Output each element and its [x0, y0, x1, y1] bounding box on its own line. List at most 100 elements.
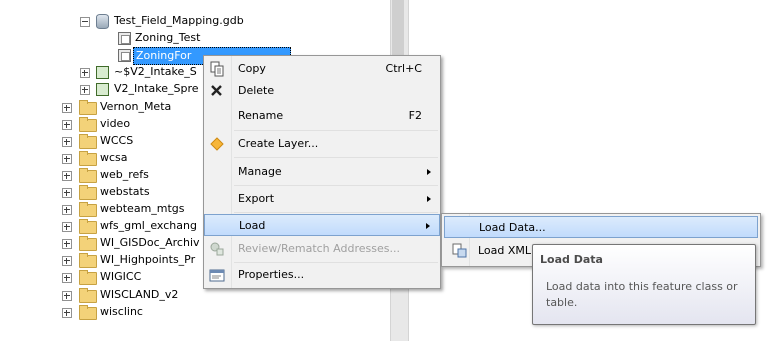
- scrollbar-thumb[interactable]: [392, 0, 404, 60]
- tree-folder[interactable]: wfs_gml_exchang: [62, 218, 202, 234]
- expand-icon[interactable]: [62, 120, 72, 130]
- menu-separator: [234, 262, 438, 263]
- tree-item-label: WISCLAND_v2: [100, 288, 179, 301]
- expand-icon[interactable]: [62, 103, 72, 113]
- collapse-icon[interactable]: [80, 17, 90, 27]
- menu-item-label: Create Layer...: [238, 137, 319, 150]
- menu-item-load[interactable]: Load: [204, 214, 440, 236]
- expand-icon[interactable]: [80, 85, 90, 95]
- tree-item-label: wisclinc: [100, 305, 143, 318]
- expand-icon[interactable]: [62, 137, 72, 147]
- tree-item-label: WCCS: [100, 134, 134, 147]
- menu-item-review-rematch[interactable]: Review/Rematch Addresses...: [204, 238, 440, 260]
- tree-folder[interactable]: wisclinc: [62, 304, 202, 320]
- expand-icon[interactable]: [62, 205, 72, 215]
- folder-icon: [79, 288, 97, 303]
- expand-icon[interactable]: [62, 239, 72, 249]
- menu-item-copy[interactable]: Copy Ctrl+C: [204, 58, 440, 80]
- menu-separator: [234, 185, 438, 186]
- relationship-icon: [96, 83, 109, 96]
- menu-separator: [234, 157, 438, 158]
- tree-item-label: webstats: [100, 185, 150, 198]
- expand-icon[interactable]: [80, 68, 90, 78]
- tree-folder[interactable]: video: [62, 116, 202, 132]
- menu-item-shortcut: Ctrl+C: [385, 62, 422, 75]
- tree-item-label: ~$V2_Intake_S: [114, 65, 197, 78]
- folder-icon: [79, 117, 97, 132]
- folder-icon: [79, 219, 97, 234]
- menu-separator: [234, 212, 438, 213]
- tree-item-label: WI_GISDoc_Archiv: [100, 236, 200, 249]
- tree-folder[interactable]: WCCS: [62, 133, 202, 149]
- folder-icon: [79, 202, 97, 217]
- tree-folder[interactable]: wcsa: [62, 150, 202, 166]
- menu-item-label: Delete: [238, 84, 275, 97]
- copy-icon: [210, 61, 224, 77]
- menu-item-create-layer[interactable]: Create Layer...: [204, 133, 440, 155]
- properties-icon: [209, 269, 225, 282]
- folder-icon: [79, 134, 97, 149]
- folder-icon: [79, 168, 97, 183]
- expand-icon[interactable]: [62, 171, 72, 181]
- tooltip-body: Load data into this feature class or tab…: [546, 280, 738, 309]
- menu-item-label: Export: [238, 192, 275, 205]
- menu-item-properties[interactable]: Properties...: [204, 264, 440, 286]
- tree-item-label: wcsa: [100, 151, 128, 164]
- relationship-icon: [96, 66, 109, 79]
- folder-icon: [79, 185, 97, 200]
- tree-item-rel2[interactable]: V2_Intake_Spre: [80, 81, 210, 97]
- tree-folder[interactable]: WISCLAND_v2: [62, 287, 202, 303]
- tree-item-label: video: [100, 117, 131, 130]
- menu-item-rename[interactable]: Rename F2: [204, 105, 440, 127]
- expand-icon[interactable]: [62, 222, 72, 232]
- tree-folder[interactable]: web_refs: [62, 167, 202, 183]
- expand-icon[interactable]: [62, 291, 72, 301]
- menu-item-delete[interactable]: Delete: [204, 80, 440, 102]
- tree-folder[interactable]: WI_Highpoints_Pr: [62, 252, 202, 268]
- tree-item-gdb[interactable]: Test_Field_Mapping.gdb: [80, 13, 280, 29]
- menu-item-label: Manage: [238, 165, 282, 178]
- expand-icon[interactable]: [62, 154, 72, 164]
- feature-class-icon: [118, 49, 131, 62]
- tree-item-zoning-test[interactable]: Zoning_Test: [118, 30, 278, 46]
- tree-item-label: WI_Highpoints_Pr: [100, 253, 196, 266]
- tree-item-rel1[interactable]: ~$V2_Intake_S: [80, 64, 210, 80]
- menu-item-label: Rename: [238, 109, 284, 122]
- tree-item-label: Zoning_Test: [135, 31, 201, 44]
- layer-diamond-icon: [210, 137, 224, 151]
- expand-icon[interactable]: [62, 256, 72, 266]
- folder-icon: [79, 305, 97, 320]
- tree-item-label: web_refs: [100, 168, 149, 181]
- folder-icon: [79, 253, 97, 268]
- menu-item-label: Load: [239, 219, 266, 232]
- menu-item-manage[interactable]: Manage: [204, 161, 440, 183]
- menu-item-export[interactable]: Export: [204, 188, 440, 210]
- expand-icon[interactable]: [62, 308, 72, 318]
- expand-icon[interactable]: [62, 273, 72, 283]
- folder-icon: [79, 236, 97, 251]
- tree-folder[interactable]: Vernon_Meta: [62, 99, 202, 115]
- context-menu: Copy Ctrl+C Delete Rename F2 Create Laye…: [203, 55, 441, 289]
- menu-item-label: Properties...: [238, 268, 305, 281]
- tree-item-label: Test_Field_Mapping.gdb: [114, 14, 244, 27]
- tooltip: Load Data Load data into this feature cl…: [532, 244, 756, 325]
- geodatabase-icon: [96, 14, 109, 29]
- tree-item-label: WIGICC: [100, 270, 142, 283]
- menu-item-label: Copy: [238, 62, 266, 75]
- menu-item-load-data[interactable]: Load Data...: [444, 216, 758, 238]
- tree-item-label: webteam_mtgs: [100, 202, 185, 215]
- submenu-arrow-icon: [426, 223, 430, 229]
- submenu-arrow-icon: [427, 196, 431, 202]
- tooltip-title: Load Data: [540, 253, 603, 266]
- expand-icon[interactable]: [62, 188, 72, 198]
- geocode-icon: [210, 242, 224, 256]
- folder-icon: [79, 151, 97, 166]
- folder-icon: [79, 100, 97, 115]
- tree-folder[interactable]: webstats: [62, 184, 202, 200]
- tree-folder[interactable]: webteam_mtgs: [62, 201, 202, 217]
- menu-item-label: Load XML: [478, 244, 532, 257]
- tree-folder[interactable]: WIGICC: [62, 269, 202, 285]
- menu-item-label: Review/Rematch Addresses...: [238, 242, 400, 255]
- tree-folder[interactable]: WI_GISDoc_Archiv: [62, 235, 202, 251]
- menu-item-shortcut: F2: [408, 109, 422, 122]
